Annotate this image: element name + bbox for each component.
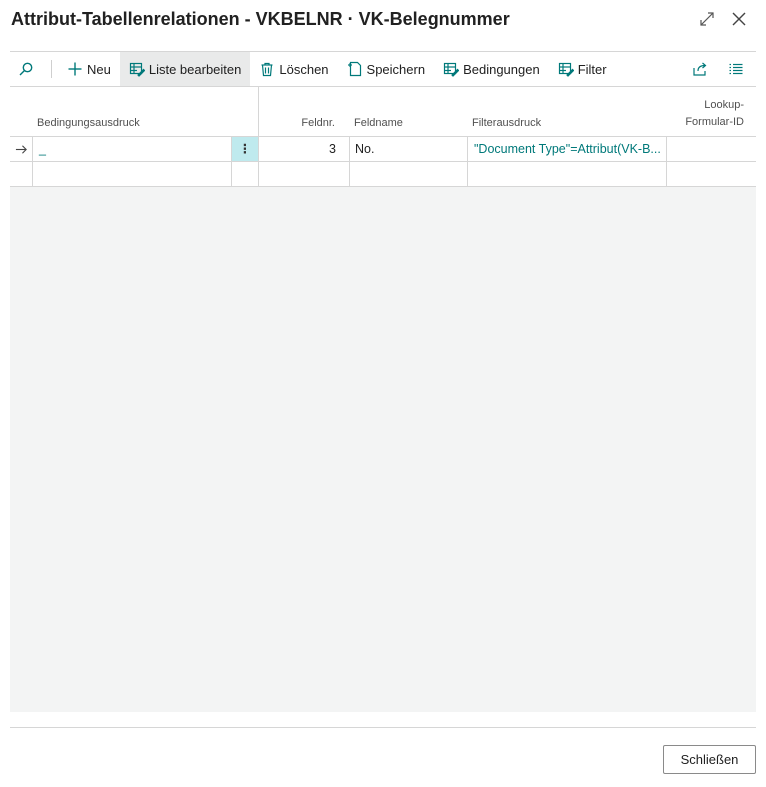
field-name-cell[interactable]: No. (349, 137, 467, 161)
field-no-cell[interactable]: 3 (258, 137, 349, 161)
column-header-field-no[interactable]: Feldnr. (259, 87, 337, 137)
filter-cell[interactable] (467, 162, 666, 186)
trash-icon (259, 61, 275, 77)
filter-cell[interactable]: "Document Type"=Attribut(VK-B... (467, 137, 666, 161)
new-label: Neu (87, 61, 111, 77)
column-header-lookup[interactable]: Lookup- Formular-ID (667, 87, 744, 137)
filter-icon (558, 61, 574, 77)
dialog-title: Attribut-Tabellenrelationen - VKBELNR · … (11, 9, 510, 29)
filter-button[interactable]: Filter (549, 52, 616, 86)
filter-label: Filter (577, 61, 607, 77)
condition-cell[interactable]: _ (32, 137, 232, 161)
delete-button[interactable]: Löschen (250, 52, 337, 86)
expand-icon[interactable] (697, 9, 717, 29)
list-icon (728, 61, 744, 77)
condition-cell[interactable] (32, 162, 232, 186)
search-button[interactable] (10, 52, 49, 86)
save-button[interactable]: Speichern (338, 52, 435, 86)
grid-header: Bedingungsausdruck Feldnr. Feldname Filt… (10, 87, 756, 137)
column-header-condition[interactable]: Bedingungsausdruck (37, 87, 237, 137)
field-no-cell[interactable] (258, 162, 349, 186)
field-name-cell[interactable] (349, 162, 467, 186)
toolbar-divider (51, 60, 52, 78)
row-actions-icon[interactable]: ⋮ (231, 137, 258, 161)
lookup-cell[interactable] (666, 162, 756, 186)
conditions-button[interactable]: Bedingungen (434, 52, 549, 86)
list-view-button[interactable] (720, 52, 756, 86)
edit-list-label: Liste bearbeiten (148, 61, 242, 77)
row-actions-cell[interactable] (231, 162, 258, 186)
share-button[interactable] (684, 52, 720, 86)
lookup-cell[interactable] (666, 137, 756, 161)
save-label: Speichern (366, 61, 426, 77)
conditions-icon (443, 61, 460, 77)
delete-label: Löschen (279, 61, 329, 77)
row-arrow-icon (10, 137, 32, 161)
edit-list-icon (129, 61, 145, 77)
plus-icon (67, 61, 83, 77)
close-icon[interactable] (729, 9, 749, 29)
column-header-filter[interactable]: Filterausdruck (472, 87, 662, 137)
table-row[interactable]: _ ⋮ 3 No. "Document Type"=Attribut(VK-B.… (10, 137, 756, 162)
action-toolbar: Neu Liste bearbeiten Löschen Speichern B… (10, 51, 756, 87)
save-icon (347, 61, 363, 77)
footer-divider (10, 727, 756, 728)
column-header-field-name[interactable]: Feldname (354, 87, 464, 137)
search-icon (18, 61, 34, 77)
edit-list-button[interactable]: Liste bearbeiten (119, 52, 251, 86)
conditions-label: Bedingungen (463, 61, 540, 77)
share-icon (692, 61, 708, 77)
close-button[interactable]: Schließen (663, 745, 756, 774)
new-button[interactable]: Neu (58, 52, 120, 86)
relations-grid: Bedingungsausdruck Feldnr. Feldname Filt… (10, 87, 756, 712)
table-row[interactable] (10, 162, 756, 187)
